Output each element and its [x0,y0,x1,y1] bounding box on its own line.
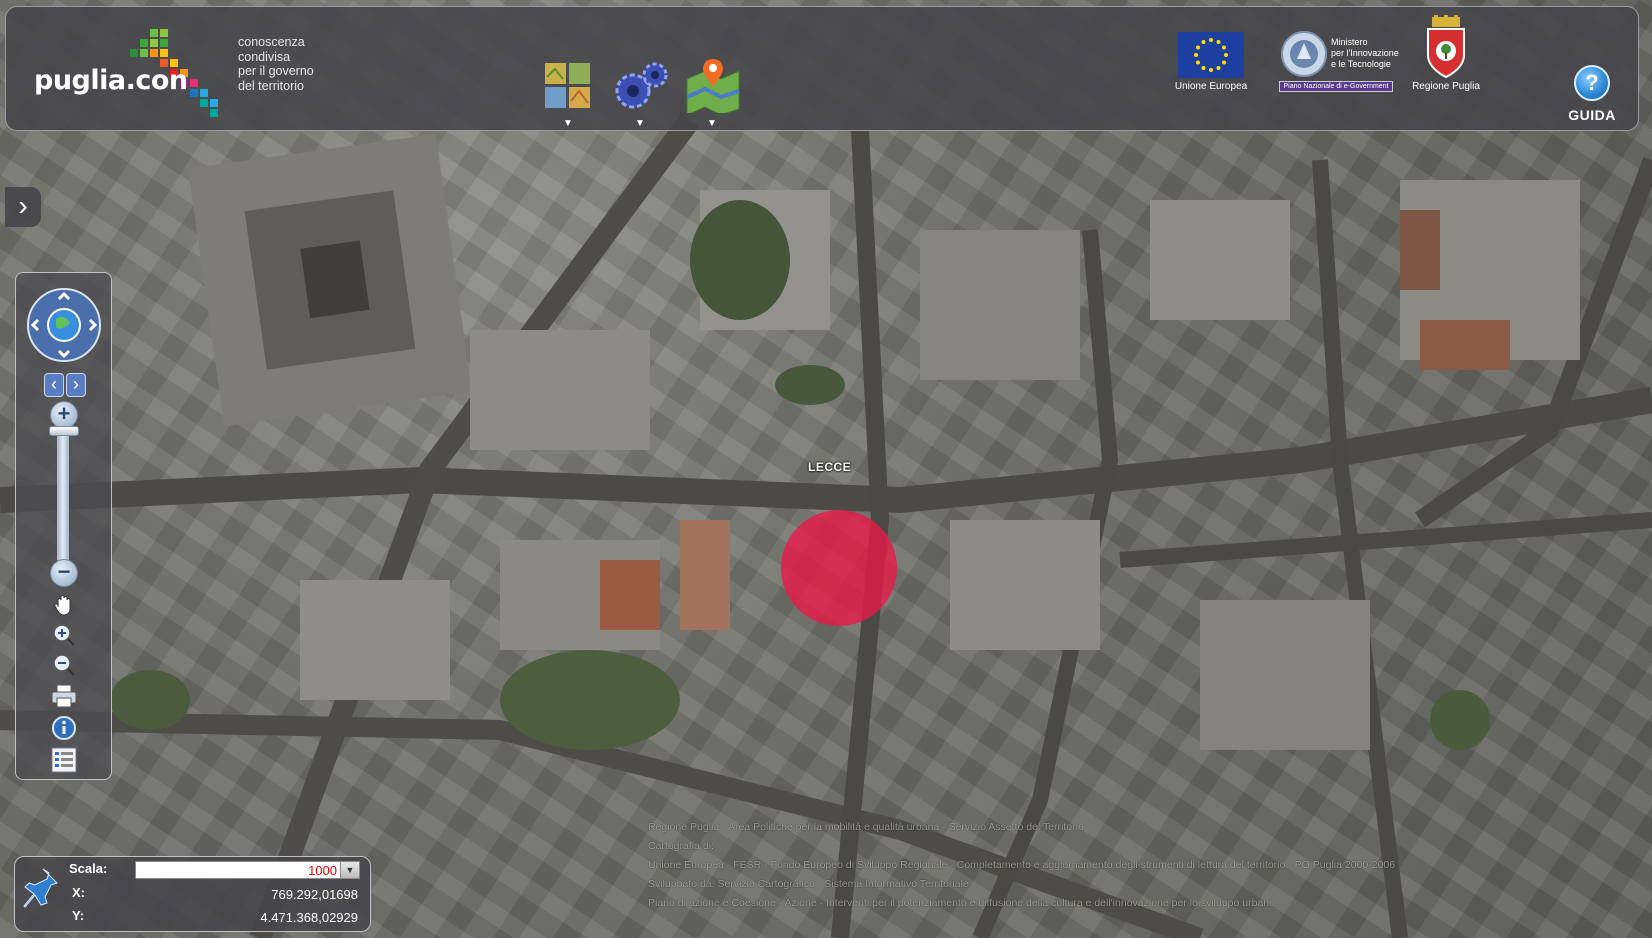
gears-icon [615,62,668,109]
guide-button[interactable]: ? GUIDA [1558,65,1626,127]
legend-icon [51,747,77,773]
pan-hand-icon [54,595,71,616]
region-coat-of-arms-icon [1427,15,1465,79]
ministry-seal-icon [1281,31,1327,77]
ministry-sub-label: Piano Nazionale di e-Government [1279,81,1393,92]
ministry-line: Ministero [1331,37,1368,47]
info-button[interactable] [51,715,77,741]
pushpin-icon [23,868,58,908]
map-pin-icon [686,59,740,113]
legend-button[interactable] [51,747,77,773]
zoom-out-box-icon [53,654,75,676]
partner-region-label: Regione Puglia [1412,81,1480,92]
chevron-down-icon: ▼ [635,118,645,129]
partner-eu-label: Unione Europea [1174,81,1248,92]
pan-control[interactable] [26,287,102,363]
zoom-out-button[interactable]: − [50,559,78,587]
header-bar: puglia.con conoscenza condivisa per il g… [5,6,1639,131]
history-forward-button[interactable]: › [66,373,86,397]
layers-icon [545,63,590,108]
print-icon [51,684,77,708]
history-back-button[interactable]: ‹ [44,373,64,397]
scale-select[interactable]: 1000 ▼ [135,861,360,879]
y-label: Y: [72,908,85,923]
print-button[interactable] [50,683,78,709]
chevron-down-icon: ▼ [340,862,359,878]
ministry-line: e le Tecnologie [1331,59,1391,69]
info-icon [52,716,76,740]
attribution-line: Piano di azione e Coesione - Azione - In… [648,897,1275,909]
attribution-line: Cartografia di: [648,840,714,852]
tagline-line: per il governo [238,64,314,78]
navigation-toolbar: ‹ › + − [15,272,112,780]
tagline-line: del territorio [238,78,304,93]
x-coordinate-value: 769.292,01698 [271,887,358,902]
zoom-slider-handle[interactable] [49,426,79,436]
chevron-down-icon: ▼ [563,118,573,129]
location-marker[interactable] [781,510,897,626]
globe-pan-icon [27,288,101,362]
attribution-line: Regione Puglia - Area Politiche per la m… [648,821,1084,833]
eu-flag-icon [1178,32,1244,78]
place-label: LECCE [808,460,852,474]
zoom-in-box-icon [53,624,75,646]
chevron-down-icon: ▼ [707,118,717,129]
coordinates-panel: Scala: 1000 ▼ X: 769.292,01698 Y: 4.471.… [14,856,371,932]
zoom-slider-track[interactable] [57,426,69,562]
logo[interactable]: puglia.con conoscenza condivisa per il g… [30,25,330,125]
tools-menu-button[interactable]: ▼ [609,57,671,129]
logo-text: puglia.con [34,65,188,96]
scale-label: Scala: [69,861,108,876]
zoom-in-button[interactable]: + [50,401,78,429]
map-attribution: Regione Puglia - Area Politiche per la m… [648,818,1628,913]
attribution-line: Sviluppato da: Servizio Cartografico - S… [648,878,969,890]
ministry-line: per l'Innovazione [1331,48,1399,58]
guide-label: GUIDA [1568,107,1616,123]
zoom-box-in-button[interactable] [52,623,76,647]
zoom-box-out-button[interactable] [52,653,76,677]
partner-ministry[interactable]: Ministero per l'Innovazione e le Tecnolo… [1279,31,1409,92]
partner-eu[interactable]: Unione Europea [1166,32,1256,92]
pan-tool-button[interactable] [52,593,76,617]
x-label: X: [72,885,85,900]
tagline-line: condivisa [238,49,291,64]
y-coordinate-value: 4.471.368,02929 [260,910,358,925]
scale-value: 1000 [308,863,337,878]
side-panel-toggle[interactable]: › [5,187,41,227]
help-icon: ? [1574,65,1610,101]
tagline-line: conoscenza [238,35,305,49]
map-menu-button[interactable]: ▼ [681,57,743,129]
partner-region[interactable]: Regione Puglia [1406,15,1486,92]
layers-menu-button[interactable]: ▼ [537,57,599,129]
logo-tagline: conoscenza condivisa per il governo del … [238,35,348,93]
attribution-line: Unione Europea - FESR - Fondo Europeo di… [648,859,1396,871]
